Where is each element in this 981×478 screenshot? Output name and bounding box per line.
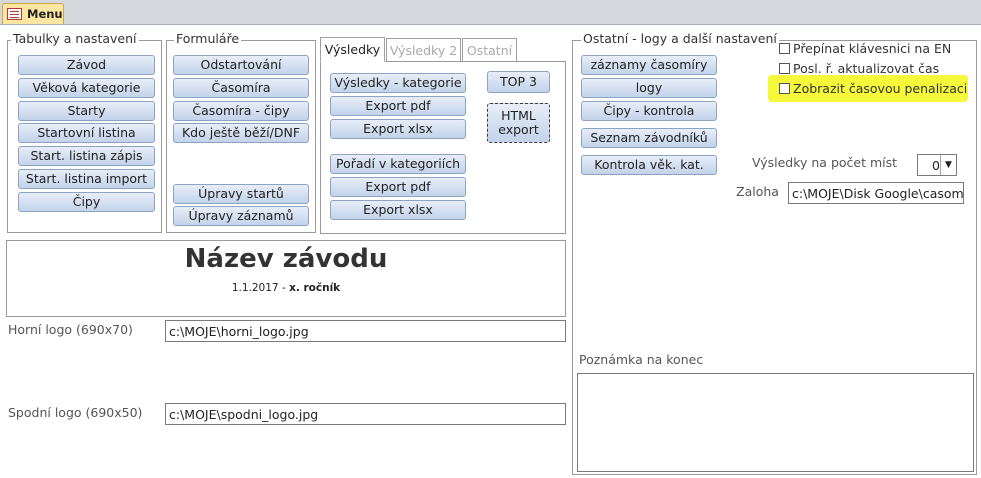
start-listina-import-button[interactable]: Start. listina import xyxy=(18,169,155,189)
casomira-cipy-button[interactable]: Časomíra - čipy xyxy=(173,101,309,121)
race-separator: - xyxy=(278,282,290,294)
tab-vysledky[interactable]: Výsledky xyxy=(320,37,385,62)
odstartovani-button[interactable]: Odstartování xyxy=(173,55,309,75)
document-tab-menu[interactable]: Menu xyxy=(2,3,64,24)
backup-path-field[interactable]: c:\MOJE\Disk Google\casomira xyxy=(788,182,964,204)
formulare-group-label: Formuláře xyxy=(174,31,242,46)
race-date: 1.1.2017 xyxy=(231,282,279,294)
kdo-jeste-bezi-button[interactable]: Kdo ještě běží/DNF xyxy=(173,123,309,143)
form-icon xyxy=(7,8,22,20)
note-label: Poznámka na konec xyxy=(579,352,704,367)
race-subtitle: 1.1.2017 - x. ročník xyxy=(6,282,566,294)
vekova-kategorie-button[interactable]: Věková kategorie xyxy=(18,78,155,98)
seznam-zavodniku-button[interactable]: Seznam závodníků xyxy=(581,128,717,148)
checkbox-row-penalty[interactable]: Zobrazit časovou penalizaci xyxy=(779,81,967,96)
checkbox-row-keyboard-en[interactable]: Přepínat klávesnici na EN xyxy=(779,41,951,56)
html-export-button[interactable]: HTML export xyxy=(487,103,550,143)
horni-logo-field[interactable]: c:\MOJE\horni_logo.jpg xyxy=(165,320,566,342)
race-title: Název závodu xyxy=(184,244,388,274)
html-export-line2: export xyxy=(498,122,539,137)
places-select[interactable]: 0 ▼ xyxy=(917,154,957,176)
update-time-checkbox[interactable] xyxy=(779,63,790,74)
logy-button[interactable]: logy xyxy=(581,78,717,98)
places-label: Výsledky na počet míst xyxy=(752,155,898,170)
tab-vysledky-2[interactable]: Výsledky 2 xyxy=(386,38,461,61)
casomira-button[interactable]: Časomíra xyxy=(173,78,309,98)
note-textarea[interactable] xyxy=(577,373,974,472)
horni-logo-label: Horní logo (690x70) xyxy=(8,322,133,337)
html-export-line1: HTML xyxy=(501,108,536,123)
starty-button[interactable]: Starty xyxy=(18,101,155,121)
keyboard-en-checkbox[interactable] xyxy=(779,43,790,54)
backup-label: Zaloha xyxy=(736,184,779,199)
zavod-button[interactable]: Závod xyxy=(18,55,155,75)
cipy-button[interactable]: Čipy xyxy=(18,192,155,212)
chevron-down-icon[interactable]: ▼ xyxy=(940,155,956,175)
export-xlsx-button[interactable]: Export xlsx xyxy=(330,119,466,139)
upravy-zaznamu-button[interactable]: Úpravy záznamů xyxy=(173,206,309,226)
vysledky-kategorie-button[interactable]: Výsledky - kategorie xyxy=(330,73,466,93)
document-tab-label: Menu xyxy=(27,7,63,21)
race-year: x. ročník xyxy=(289,282,341,294)
top3-button[interactable]: TOP 3 xyxy=(487,71,550,93)
keyboard-en-label: Přepínat klávesnici na EN xyxy=(793,41,952,56)
show-penalty-checkbox[interactable] xyxy=(779,83,790,94)
tabulky-group-label: Tabulky a nastavení xyxy=(11,31,139,46)
spodni-logo-label: Spodní logo (690x50) xyxy=(8,405,143,420)
show-penalty-label: Zobrazit časovou penalizaci xyxy=(793,81,968,96)
zaznamy-casomiry-button[interactable]: záznamy časomíry xyxy=(581,55,717,75)
export-pdf-2-button[interactable]: Export pdf xyxy=(330,177,466,197)
document-tab-bar xyxy=(0,0,981,25)
export-xlsx-2-button[interactable]: Export xlsx xyxy=(330,200,466,220)
ostatni-group-label: Ostatní - logy a další nastavení xyxy=(581,31,779,46)
places-value: 0 xyxy=(932,157,940,173)
spodni-logo-field[interactable]: c:\MOJE\spodni_logo.jpg xyxy=(165,403,566,425)
export-pdf-button[interactable]: Export pdf xyxy=(330,96,466,116)
kontrola-vek-kat-button[interactable]: Kontrola věk. kat. xyxy=(581,155,717,175)
upravy-startu-button[interactable]: Úpravy startů xyxy=(173,184,309,204)
checkbox-row-update-time[interactable]: Posl. ř. aktualizovat čas xyxy=(779,61,939,76)
update-time-label: Posl. ř. aktualizovat čas xyxy=(793,61,940,76)
tab-ostatni[interactable]: Ostatní xyxy=(462,38,517,61)
cipy-kontrola-button[interactable]: Čipy - kontrola xyxy=(581,101,717,121)
startovni-listina-button[interactable]: Startovní listina xyxy=(18,123,155,143)
poradi-v-kategoriich-button[interactable]: Pořadí v kategoriích xyxy=(330,154,466,174)
start-listina-zapis-button[interactable]: Start. listina zápis xyxy=(18,146,155,166)
